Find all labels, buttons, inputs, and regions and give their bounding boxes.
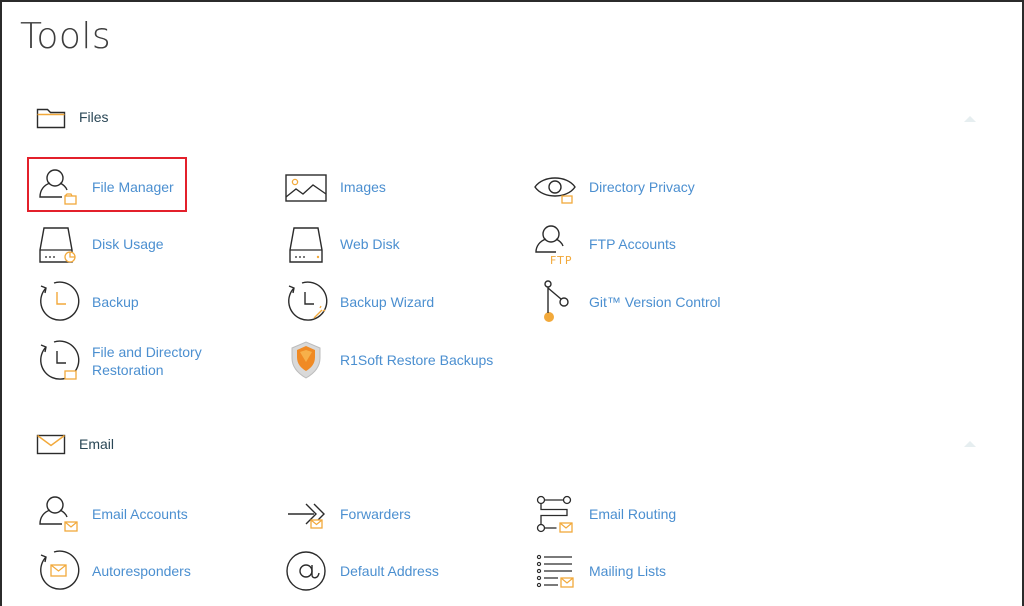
tool-file-manager[interactable]: File Manager	[36, 165, 174, 209]
tool-label: File Manager	[92, 179, 174, 195]
folder-icon	[36, 104, 66, 130]
at-sign-icon	[284, 549, 328, 593]
tool-label: Backup	[92, 294, 139, 310]
tool-label: File and Directory Restoration	[92, 344, 202, 378]
email-accounts-icon	[36, 492, 80, 536]
tool-label: Web Disk	[340, 236, 400, 252]
tool-label: Email Routing	[589, 506, 677, 522]
collapse-email-icon[interactable]	[964, 441, 976, 447]
backup-wizard-icon	[284, 280, 328, 324]
tool-images[interactable]: Images	[284, 165, 386, 209]
backup-icon	[36, 280, 80, 324]
mailing-lists-icon	[533, 549, 577, 593]
autoresponders-icon	[36, 549, 80, 593]
image-icon	[284, 165, 328, 209]
tool-backup-wizard[interactable]: Backup Wizard	[284, 280, 434, 324]
git-icon	[533, 280, 577, 324]
collapse-files-icon[interactable]	[964, 116, 976, 122]
forwarders-icon	[284, 492, 328, 536]
tool-label: R1Soft Restore Backups	[340, 352, 494, 368]
disk-usage-icon	[36, 222, 80, 266]
tool-default-address[interactable]: Default Address	[284, 549, 439, 593]
tool-backup[interactable]: Backup	[36, 280, 139, 324]
page-title: Tools	[20, 16, 112, 57]
tool-label: Default Address	[340, 563, 439, 579]
restore-icon	[36, 339, 80, 383]
tool-label: Autoresponders	[92, 563, 191, 579]
r1soft-shield-icon	[284, 338, 328, 382]
ftp-accounts-icon: FTP	[533, 222, 577, 267]
tool-label: Forwarders	[340, 506, 411, 522]
tool-label: Email Accounts	[92, 506, 188, 522]
tool-label: FTP Accounts	[589, 236, 676, 252]
tool-mailing-lists[interactable]: Mailing Lists	[533, 549, 666, 593]
tool-forwarders[interactable]: Forwarders	[284, 492, 411, 536]
tool-file-directory-restoration[interactable]: File and Directory Restoration	[36, 338, 242, 384]
tool-label: Mailing Lists	[589, 563, 667, 579]
tool-label: Images	[340, 179, 386, 195]
eye-icon	[533, 165, 577, 209]
web-disk-icon	[284, 222, 328, 266]
group-header-files[interactable]: Files	[36, 102, 109, 132]
tool-autoresponders[interactable]: Autoresponders	[36, 549, 191, 593]
tool-label: Disk Usage	[92, 236, 164, 252]
tool-label: Git™ Version Control	[589, 294, 721, 310]
tool-disk-usage[interactable]: Disk Usage	[36, 222, 164, 266]
tool-email-accounts[interactable]: Email Accounts	[36, 492, 188, 536]
email-routing-icon	[533, 492, 577, 536]
tool-r1soft-restore-backups[interactable]: R1Soft Restore Backups	[284, 338, 493, 382]
group-label-email: Email	[79, 436, 115, 452]
group-label-files: Files	[79, 109, 109, 125]
tool-git-version-control[interactable]: Git™ Version Control	[533, 280, 721, 324]
group-header-email[interactable]: Email	[36, 429, 114, 459]
tool-label: Directory Privacy	[589, 179, 695, 195]
tool-label: Backup Wizard	[340, 294, 435, 310]
tool-web-disk[interactable]: Web Disk	[284, 222, 400, 266]
tool-email-routing[interactable]: Email Routing	[533, 492, 676, 536]
tool-directory-privacy[interactable]: Directory Privacy	[533, 165, 695, 209]
svg-text:FTP: FTP	[550, 254, 573, 267]
file-manager-icon	[36, 165, 80, 209]
envelope-icon	[36, 431, 66, 457]
tool-ftp-accounts[interactable]: FTP FTP Accounts	[533, 222, 676, 267]
